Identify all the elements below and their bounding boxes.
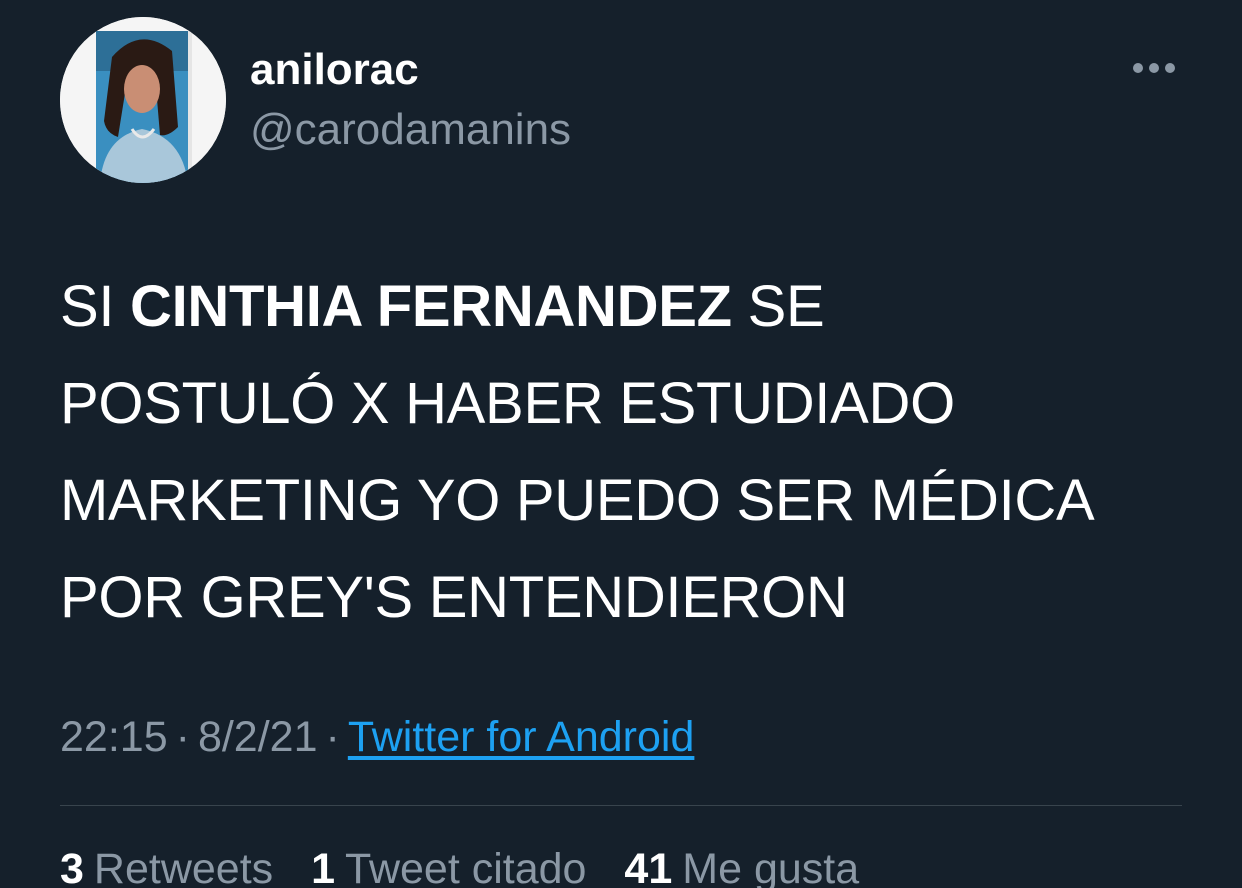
divider [60, 805, 1182, 806]
tweet-text-line: MARKETING YO PUEDO SER MÉDICA [60, 468, 1095, 533]
tweet-time: 22:15 [60, 713, 168, 761]
tweet-meta: 22:15 · 8/2/21 · Twitter for Android [60, 710, 694, 764]
author-handle: @carodamanins [250, 105, 572, 154]
tweet-text-line: POR GREY'S ENTENDIERON [60, 565, 848, 630]
tweet-text: SI CINTHIA FERNANDEZ SE POSTULÓ X HABER … [60, 258, 1200, 646]
tweet-text-line: POSTULÓ X HABER ESTUDIADO [60, 371, 955, 436]
retweets-stat[interactable]: 3 Retweets [60, 845, 273, 888]
tweet-source-link[interactable]: Twitter for Android [348, 713, 695, 761]
mention-name: CINTHIA FERNANDEZ [130, 274, 732, 339]
tweet-detail: anilorac @carodamanins SI CINTHIA FERNAN… [0, 0, 1242, 888]
meta-separator: · [175, 713, 190, 761]
meta-separator: · [325, 713, 340, 761]
more-options-icon[interactable] [1128, 50, 1184, 86]
likes-stat[interactable]: 41 Me gusta [624, 845, 859, 888]
tweet-date: 8/2/21 [197, 713, 318, 761]
author-display-name[interactable]: anilorac [250, 44, 419, 96]
avatar[interactable] [60, 17, 226, 183]
user-avatar-photo-icon [60, 17, 226, 183]
tweet-text-line: SI CINTHIA FERNANDEZ SE [60, 274, 825, 339]
quote-tweets-stat[interactable]: 1 Tweet citado [311, 845, 586, 888]
tweet-stats: 3 Retweets 1 Tweet citado 41 Me gusta [60, 842, 885, 888]
